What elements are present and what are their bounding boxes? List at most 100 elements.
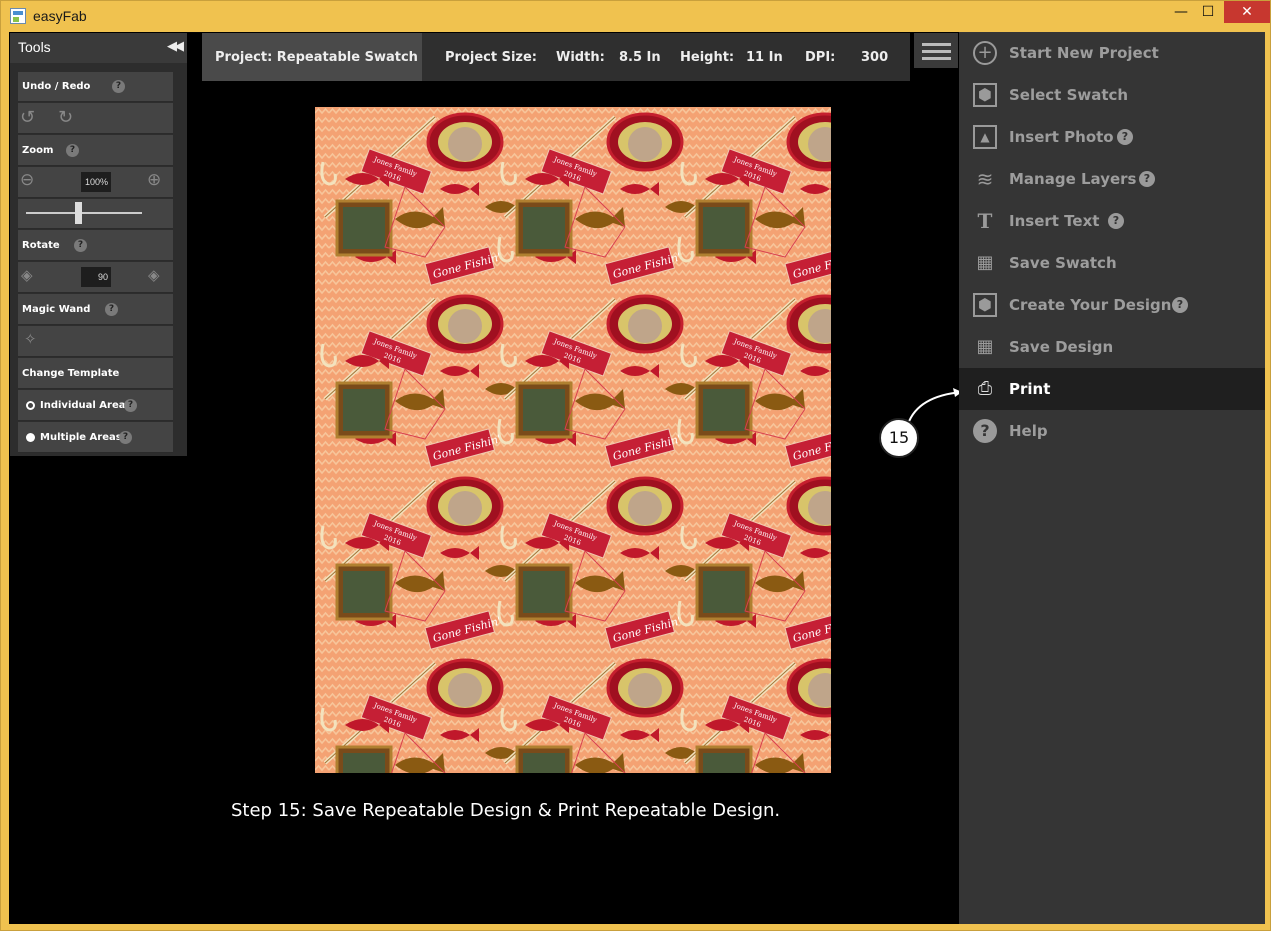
menu-insert-text[interactable]: T Insert Text ?	[959, 200, 1265, 242]
menu-item-label: Insert Text	[1009, 212, 1100, 230]
magic-wand-header: Magic Wand ?	[18, 294, 173, 325]
zoom-controls: ⊖ 100% ⊕	[18, 167, 173, 198]
dpi-value: 300	[861, 50, 889, 65]
zoom-in-icon[interactable]: ⊕	[147, 170, 161, 190]
help-icon[interactable]: ?	[1117, 129, 1133, 145]
actions-menu: + Start New Project ⬢ Select Swatch ▲ In…	[959, 32, 1265, 924]
help-icon[interactable]: ?	[74, 239, 87, 252]
tools-header: Tools ◀◀	[10, 33, 187, 63]
text-cursor-icon: T	[977, 209, 993, 233]
help-icon[interactable]: ?	[1108, 213, 1124, 229]
dpi-label: DPI:	[805, 50, 836, 65]
template-option-label: Individual Area	[40, 400, 126, 411]
step-number-badge: 15	[879, 418, 919, 458]
app-window: easyFab — ☐ ✕ Tools ◀◀ Undo / Redo ? ↺ ↻…	[0, 0, 1271, 931]
radio-unselected[interactable]	[26, 401, 35, 410]
menu-item-label: Manage Layers	[1009, 170, 1137, 188]
menu-start-new-project[interactable]: + Start New Project	[959, 32, 1265, 74]
project-name-box: Project: Repeatable Swatch	[202, 33, 422, 81]
zoom-label: Zoom	[22, 145, 54, 156]
help-icon[interactable]: ?	[1139, 171, 1155, 187]
menu-item-label: Print	[1009, 380, 1051, 398]
image-icon: ▲	[973, 125, 997, 149]
zoom-value-field[interactable]: 100%	[81, 172, 111, 192]
magic-wand-controls: ✧	[18, 326, 173, 357]
undo-redo-label: Undo / Redo	[22, 81, 91, 92]
client-area: Tools ◀◀ Undo / Redo ? ↺ ↻ Zoom ? ⊖ 100%…	[9, 32, 1265, 924]
zoom-out-icon[interactable]: ⊖	[20, 170, 34, 190]
menu-save-swatch[interactable]: ▦ Save Swatch	[959, 242, 1265, 284]
fishing-pattern: Jones Family2016Gone Fishin'Jones Family…	[315, 107, 831, 773]
app-icon	[10, 8, 26, 24]
menu-manage-layers[interactable]: ≋ Manage Layers ?	[959, 158, 1265, 200]
layers-icon: ≋	[976, 167, 994, 191]
menu-select-swatch[interactable]: ⬢ Select Swatch	[959, 74, 1265, 116]
tools-panel: Tools ◀◀ Undo / Redo ? ↺ ↻ Zoom ? ⊖ 100%…	[10, 33, 187, 456]
undo-icon[interactable]: ↺	[20, 107, 35, 128]
zoom-slider[interactable]	[18, 199, 173, 229]
project-size-label: Project Size:	[445, 50, 537, 65]
template-option-individual[interactable]: Individual Area ?	[18, 390, 173, 421]
template-option-label: Multiple Areas	[40, 432, 122, 443]
zoom-header: Zoom ?	[18, 135, 173, 166]
menu-toggle-button[interactable]	[914, 33, 958, 68]
title-bar: easyFab — ☐ ✕	[1, 1, 1271, 32]
menu-item-label: Save Design	[1009, 338, 1114, 356]
menu-item-label: Select Swatch	[1009, 86, 1129, 104]
height-label: Height:	[680, 50, 735, 65]
height-value: 11 In	[746, 50, 783, 65]
rotate-value-field[interactable]: 90	[81, 267, 111, 287]
plus-circle-icon: +	[973, 41, 997, 65]
hamburger-bar	[922, 43, 951, 46]
question-circle-icon: ?	[973, 419, 997, 443]
width-label: Width:	[556, 50, 605, 65]
printer-icon: ⎙	[977, 378, 993, 399]
menu-insert-photo[interactable]: ▲ Insert Photo ?	[959, 116, 1265, 158]
help-icon[interactable]: ?	[66, 144, 79, 157]
minimize-button[interactable]: —	[1167, 1, 1195, 23]
hamburger-bar	[922, 57, 951, 60]
magic-wand-label: Magic Wand	[22, 304, 91, 315]
rotate-label: Rotate	[22, 240, 60, 251]
project-name: Project: Repeatable Swatch	[215, 50, 418, 65]
rotate-right-icon[interactable]: ◈	[148, 266, 160, 284]
magic-wand-icon[interactable]: ✧	[24, 330, 37, 348]
help-icon[interactable]: ?	[119, 431, 132, 444]
radio-selected[interactable]	[26, 433, 35, 442]
double-chevron-left-icon[interactable]: ◀◀	[167, 39, 184, 54]
maximize-button[interactable]: ☐	[1194, 1, 1222, 23]
change-template-label: Change Template	[22, 368, 120, 379]
tools-title: Tools	[18, 39, 51, 55]
close-button[interactable]: ✕	[1224, 1, 1270, 23]
design-canvas[interactable]: Jones Family 2016 Gone Fishin' Jones Family…	[315, 107, 831, 773]
menu-item-label: Insert Photo	[1009, 128, 1114, 146]
menu-item-label: Create Your Design	[1009, 296, 1172, 314]
step-caption: Step 15: Save Repeatable Design & Print …	[231, 800, 781, 821]
help-icon[interactable]: ?	[124, 399, 137, 412]
redo-icon[interactable]: ↻	[58, 107, 73, 128]
hamburger-bar	[922, 50, 951, 53]
menu-item-label: Save Swatch	[1009, 254, 1117, 272]
menu-print[interactable]: ⎙ Print	[959, 368, 1265, 410]
menu-item-label: Help	[1009, 422, 1048, 440]
zoom-slider-track[interactable]	[26, 212, 142, 214]
change-template-header: Change Template	[18, 358, 173, 389]
zoom-slider-thumb[interactable]	[75, 202, 82, 224]
rotate-header: Rotate ?	[18, 230, 173, 261]
menu-item-label: Start New Project	[1009, 44, 1159, 62]
window-title: easyFab	[33, 8, 87, 24]
hexagon-icon: ⬢	[973, 293, 997, 317]
help-icon[interactable]: ?	[1172, 297, 1188, 313]
grid-save-icon: ▦	[976, 336, 994, 357]
project-info-bar: Project: Repeatable Swatch Project Size:…	[202, 33, 910, 81]
hexagon-icon: ⬢	[973, 83, 997, 107]
undo-redo-header: Undo / Redo ?	[18, 72, 173, 102]
help-icon[interactable]: ?	[112, 80, 125, 93]
menu-create-your-design[interactable]: ⬢ Create Your Design ?	[959, 284, 1265, 326]
rotate-left-icon[interactable]: ◈	[21, 266, 33, 284]
help-icon[interactable]: ?	[105, 303, 118, 316]
menu-save-design[interactable]: ▦ Save Design	[959, 326, 1265, 368]
menu-help[interactable]: ? Help	[959, 410, 1265, 452]
template-option-multiple[interactable]: Multiple Areas ?	[18, 422, 173, 453]
rotate-controls: ◈ 90 ◈	[18, 262, 173, 293]
